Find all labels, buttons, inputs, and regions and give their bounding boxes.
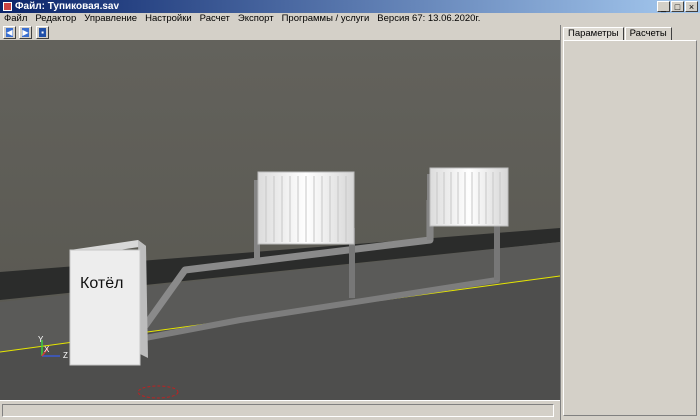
- menu-export[interactable]: Экспорт: [234, 13, 278, 25]
- window-title: Файл: Тупиковая.sav: [15, 1, 120, 12]
- boiler[interactable]: Котёл: [69, 240, 148, 366]
- back-button[interactable]: ◀: [3, 26, 16, 39]
- maximize-button[interactable]: □: [671, 1, 684, 12]
- minimize-button[interactable]: _: [657, 1, 670, 12]
- menu-calculation[interactable]: Расчет: [196, 13, 234, 25]
- close-button[interactable]: ×: [685, 1, 698, 12]
- menu-bar: Файл Редактор Управление Настройки Расче…: [0, 13, 700, 25]
- menu-settings[interactable]: Настройки: [141, 13, 196, 25]
- menu-file[interactable]: Файл: [0, 13, 31, 25]
- forward-button[interactable]: ▶: [19, 26, 32, 39]
- tab-calculations[interactable]: Расчеты: [624, 27, 672, 41]
- save-button[interactable]: ▪: [36, 26, 49, 39]
- toolbar: ◀ ▶ ▪: [0, 25, 560, 40]
- status-cell: [2, 404, 554, 417]
- title-bar: Файл: Тупиковая.sav _ □ ×: [0, 0, 700, 13]
- right-panel: Параметры Расчеты: [560, 25, 700, 420]
- app-icon: [3, 2, 12, 11]
- menu-control[interactable]: Управление: [80, 13, 141, 25]
- menu-programs[interactable]: Программы / услуги: [278, 13, 374, 25]
- axis-x-label: X: [44, 345, 50, 354]
- axis-z-label: Z: [63, 351, 68, 360]
- menu-editor[interactable]: Редактор: [31, 13, 80, 25]
- boiler-label: Котёл: [80, 275, 123, 292]
- tab-content: [563, 40, 697, 416]
- radiator-2[interactable]: [429, 167, 509, 227]
- axis-y-label: Y: [38, 335, 44, 344]
- scene-canvas[interactable]: Котёл Y X Z: [0, 40, 560, 400]
- 3d-viewport[interactable]: Котёл Y X Z: [0, 40, 560, 400]
- menu-version[interactable]: Версия 67: 13.06.2020г.: [373, 13, 484, 25]
- radiator-1[interactable]: [257, 171, 355, 245]
- arrow-right-icon: ▶: [22, 28, 29, 37]
- tab-parameters[interactable]: Параметры: [563, 27, 624, 41]
- floppy-disk-icon: ▪: [39, 28, 46, 37]
- status-bar: [0, 400, 560, 420]
- arrow-left-icon: ◀: [6, 28, 13, 37]
